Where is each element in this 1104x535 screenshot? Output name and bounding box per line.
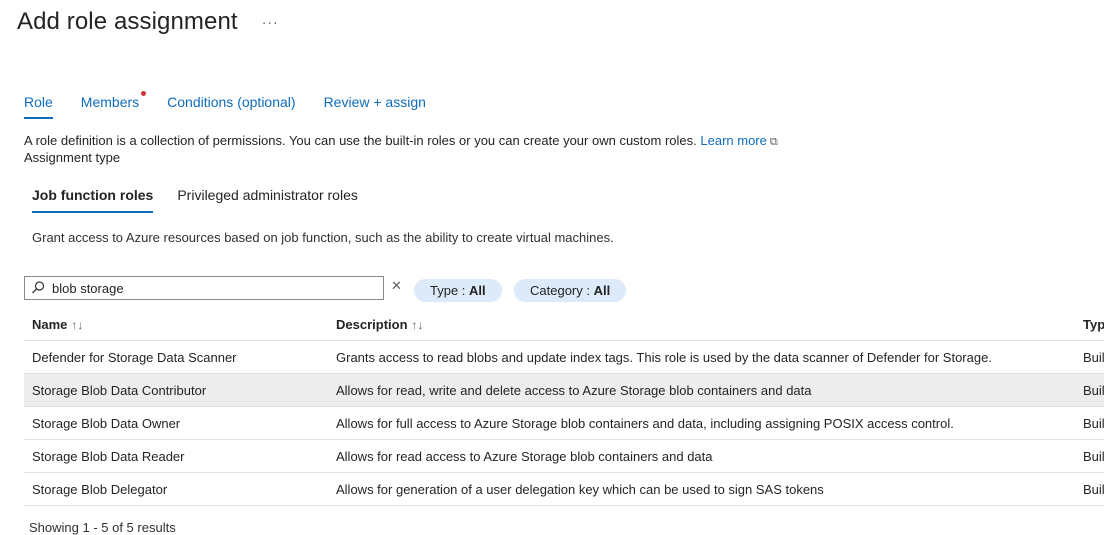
clear-search-icon[interactable]: ✕ (391, 278, 402, 294)
tab-members[interactable]: Members (80, 91, 147, 121)
results-count: Showing 1 - 5 of 5 results (29, 520, 176, 535)
header-description-label: Description (336, 316, 408, 332)
role-type: Buil (1075, 340, 1104, 374)
role-type: Buil (1075, 439, 1104, 473)
roles-table: Name ↑↓ Description ↑↓ Typ Defender for St… (24, 308, 1104, 506)
role-description: Allows for generation of a user delegati… (328, 472, 1075, 506)
role-description: Allows for read, write and delete access… (328, 373, 1075, 407)
type-filter-value: All (469, 283, 486, 298)
table-row[interactable]: Storage Blob Delegator Allows for genera… (24, 472, 1104, 506)
table-row[interactable]: Defender for Storage Data Scanner Grants… (24, 340, 1104, 374)
category-filter-value: All (593, 283, 611, 298)
sort-icon: ↑↓ (71, 317, 84, 332)
grant-description: Grant access to Azure resources based on… (32, 230, 614, 245)
tab-members-label: Members (80, 94, 140, 110)
role-type-tabs: Job function roles Privileged administra… (32, 187, 382, 213)
search-box[interactable] (24, 276, 384, 300)
role-name: Storage Blob Data Owner (24, 406, 328, 440)
more-options-icon[interactable]: ··· (262, 14, 279, 30)
search-input[interactable] (50, 279, 374, 297)
table-row[interactable]: Storage Blob Data Contributor Allows for… (24, 373, 1104, 407)
learn-more-link[interactable]: Learn more ⧉ (700, 133, 777, 148)
table-header-row: Name ↑↓ Description ↑↓ Typ (24, 308, 1104, 341)
title-row: Add role assignment ··· (17, 8, 279, 36)
role-name: Storage Blob Delegator (24, 472, 328, 506)
tab-privileged-admin-roles[interactable]: Privileged administrator roles (177, 187, 358, 213)
tab-review-label: Review + assign (323, 94, 426, 110)
wizard-tabs: Role Members Conditions (optional) Revie… (24, 91, 454, 121)
tab-role-label: Role (24, 94, 53, 110)
category-filter-pill[interactable]: Category : All (514, 279, 627, 302)
header-name[interactable]: Name ↑↓ (24, 308, 328, 341)
role-type: Buil (1075, 406, 1104, 440)
page-title: Add role assignment (17, 8, 238, 35)
tab-review-assign[interactable]: Review + assign (324, 93, 426, 121)
tab-conditions-label: Conditions (optional) (167, 94, 296, 110)
search-icon (32, 281, 45, 294)
role-name: Storage Blob Data Reader (24, 439, 328, 473)
role-name: Storage Blob Data Contributor (24, 373, 328, 407)
external-link-icon: ⧉ (769, 136, 778, 148)
role-type: Buil (1075, 472, 1104, 506)
sort-icon: ↑↓ (411, 317, 424, 332)
role-description: Grants access to read blobs and update i… (328, 340, 1075, 374)
description-text: A role definition is a collection of per… (24, 133, 697, 148)
header-description[interactable]: Description ↑↓ (328, 308, 1075, 341)
learn-more-label: Learn more (700, 133, 767, 148)
tab-job-function-roles[interactable]: Job function roles (32, 187, 154, 213)
assignment-type-label: Assignment type (24, 150, 121, 165)
type-filter-pill[interactable]: Type : All (414, 279, 502, 302)
header-name-label: Name (32, 316, 68, 332)
role-type: Buil (1075, 373, 1104, 407)
type-filter-label: Type : (430, 283, 470, 298)
table-row[interactable]: Storage Blob Data Owner Allows for full … (24, 406, 1104, 440)
role-definition-description: A role definition is a collection of per… (24, 133, 778, 149)
role-description: Allows for read access to Azure Storage … (328, 439, 1075, 473)
tab-role[interactable]: Role (24, 93, 53, 121)
table-row[interactable]: Storage Blob Data Reader Allows for read… (24, 439, 1104, 473)
role-description: Allows for full access to Azure Storage … (328, 406, 1075, 440)
category-filter-label: Category : (530, 283, 594, 298)
required-dot-icon (141, 91, 147, 96)
tab-conditions[interactable]: Conditions (optional) (167, 93, 295, 121)
role-name: Defender for Storage Data Scanner (24, 340, 328, 374)
header-type[interactable]: Typ (1075, 308, 1104, 341)
